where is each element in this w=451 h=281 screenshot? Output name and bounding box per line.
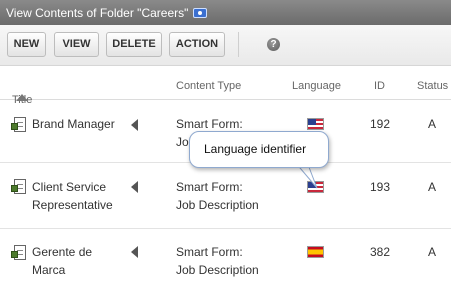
row-id: 192 [370,117,391,131]
smart-form-icon [11,117,28,133]
es-flag-icon [307,246,324,258]
row-status: A [428,245,437,259]
context-menu-arrow-icon[interactable] [131,246,138,258]
preview-icon[interactable] [193,7,208,18]
row-id: 193 [370,180,391,194]
table-header: Title Content Type Language ID Status [0,66,451,106]
row-status: A [428,117,437,131]
row-title[interactable]: Brand Manager [32,115,115,133]
us-flag-icon [307,118,324,130]
table-row[interactable]: Gerente de Marca Smart Form: Job Descripti… [0,229,451,281]
context-menu-arrow-icon[interactable] [131,181,138,193]
column-header-id[interactable]: ID [374,80,385,92]
smart-form-icon [11,179,28,195]
row-content-type: Smart Form:Job Description [176,245,259,277]
delete-button[interactable]: DELETE [106,32,162,57]
context-menu-arrow-icon[interactable] [131,119,138,131]
view-button[interactable]: VIEW [54,32,99,57]
new-button[interactable]: NEW [7,32,46,57]
toolbar-divider [238,32,239,57]
help-icon[interactable]: ? [267,38,280,51]
row-id: 382 [370,245,391,259]
language-tooltip: Language identifier [189,131,329,168]
row-title[interactable]: Client Service Representative [32,178,113,214]
smart-form-icon [11,245,28,261]
row-content-type: Smart Form:Job Description [176,180,259,212]
table-row[interactable]: Client Service Representative Smart Form:… [0,163,451,229]
window-title: View Contents of Folder "Careers" [6,6,189,20]
window-title-bar: View Contents of Folder "Careers" [0,0,451,25]
column-header-language[interactable]: Language [292,80,341,92]
column-header-content-type[interactable]: Content Type [176,80,241,92]
row-title[interactable]: Gerente de Marca [32,243,92,279]
toolbar: NEW VIEW DELETE ACTION ? [0,25,451,66]
action-button[interactable]: ACTION [169,32,225,57]
column-header-status[interactable]: Status [417,80,448,92]
row-status: A [428,180,437,194]
